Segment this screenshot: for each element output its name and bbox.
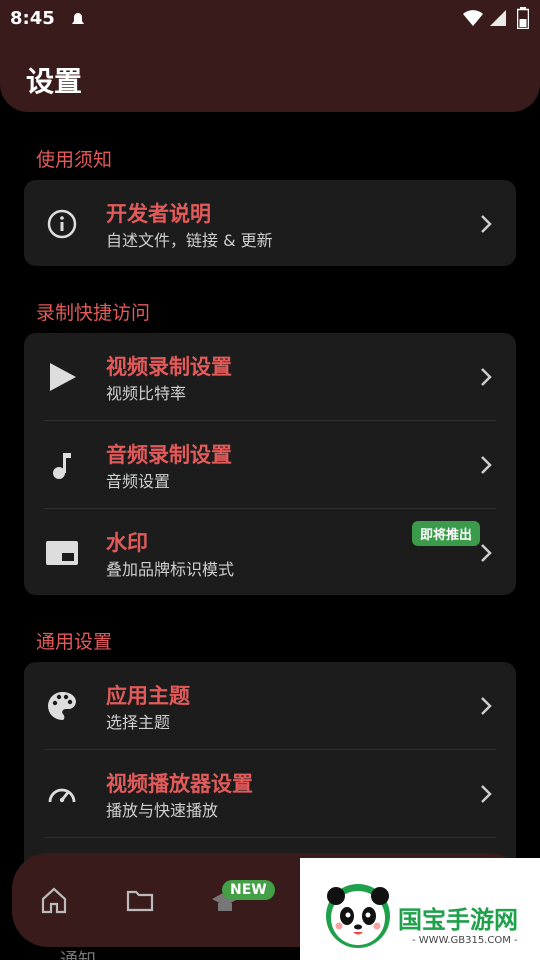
- settings-item-watermark[interactable]: 水印 叠加品牌标识模式 即将推出: [24, 509, 516, 597]
- chevron-right-icon: [481, 544, 492, 562]
- chevron-right-icon: [481, 215, 492, 233]
- home-icon[interactable]: [39, 885, 69, 915]
- chevron-right-icon: [481, 368, 492, 386]
- play-icon: [50, 363, 76, 391]
- settings-item-title: 视频播放器设置: [106, 772, 253, 796]
- notification-icon: [72, 13, 84, 24]
- app-header: 8:45 设置: [0, 0, 540, 112]
- settings-item-title: 视频录制设置: [106, 355, 232, 379]
- settings-item-subtitle: 视频比特率: [106, 384, 187, 403]
- coming-soon-badge: 即将推出: [412, 521, 481, 546]
- page-title: 设置: [26, 65, 83, 98]
- info-icon: [47, 209, 77, 239]
- settings-item-subtitle: 叠加品牌标识模式: [106, 560, 235, 579]
- signal-icon: [490, 10, 506, 26]
- panda-logo-icon: [326, 884, 390, 948]
- settings-item-title: 水印: [106, 531, 148, 555]
- settings-card-recording: 视频录制设置 视频比特率 音频录制设置 音频设置 水印 叠加品牌标识模式 即将推…: [24, 333, 516, 595]
- partial-settings-item: 通知: [60, 946, 96, 960]
- settings-item-subtitle: 播放与快速播放: [106, 801, 219, 820]
- settings-item-video-player[interactable]: 视频播放器设置 播放与快速播放: [24, 750, 516, 838]
- divider: [44, 837, 496, 838]
- folder-icon[interactable]: [125, 885, 155, 915]
- settings-item-audio-recording[interactable]: 音频录制设置 音频设置: [24, 421, 516, 509]
- watermark-url: - WWW.GB315.COM -: [412, 935, 518, 946]
- palette-icon: [48, 692, 76, 720]
- watermark-brand: 国宝手游网: [398, 906, 518, 934]
- settings-item-app-theme[interactable]: 应用主题 选择主题: [24, 662, 516, 750]
- status-time: 8:45: [10, 8, 55, 29]
- music-note-icon: [53, 453, 71, 479]
- speedometer-icon: [48, 788, 76, 803]
- settings-item-title: 音频录制设置: [106, 443, 232, 467]
- settings-item-video-recording[interactable]: 视频录制设置 视频比特率: [24, 333, 516, 421]
- wifi-icon: [463, 10, 483, 26]
- status-bar: 8:45: [0, 0, 540, 38]
- settings-item-developer-notes[interactable]: 开发者说明 自述文件，链接 & 更新: [24, 180, 516, 268]
- chevron-right-icon: [481, 785, 492, 803]
- settings-item-title: 应用主题: [106, 684, 190, 708]
- settings-item-subtitle: 音频设置: [106, 472, 171, 491]
- section-title-usage: 使用须知: [36, 149, 113, 171]
- settings-item-subtitle: 选择主题: [106, 713, 171, 732]
- settings-item-title: 开发者说明: [106, 202, 211, 226]
- chevron-right-icon: [481, 697, 492, 715]
- section-title-recording: 录制快捷访问: [36, 302, 151, 324]
- new-badge: NEW: [222, 880, 275, 900]
- section-title-general: 通用设置: [36, 631, 113, 653]
- settings-card-usage: 开发者说明 自述文件，链接 & 更新: [24, 180, 516, 266]
- settings-item-subtitle: 自述文件，链接 & 更新: [106, 231, 273, 250]
- chevron-right-icon: [481, 456, 492, 474]
- battery-icon: [517, 7, 529, 29]
- watermark-icon: [46, 541, 78, 565]
